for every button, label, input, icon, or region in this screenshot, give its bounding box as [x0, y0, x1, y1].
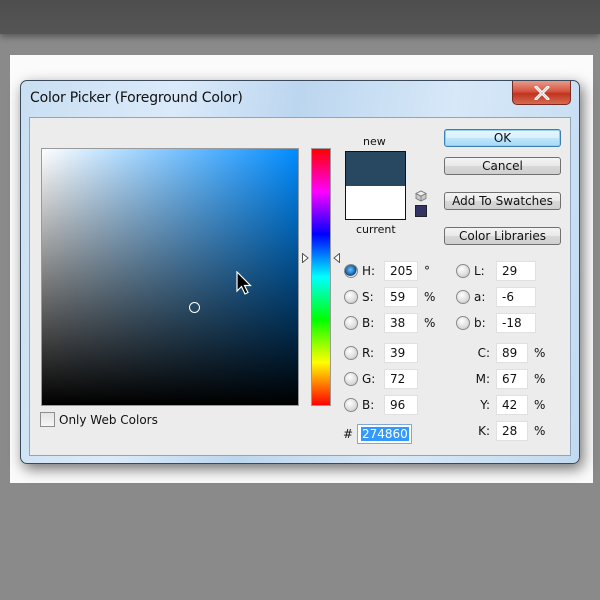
red-radio[interactable]: [344, 346, 358, 360]
red-input[interactable]: 39: [384, 343, 418, 363]
magenta-row: M: 67 %: [472, 369, 545, 389]
cyan-row: C: 89 %: [472, 343, 545, 363]
hue-slider-handle-right-icon[interactable]: [333, 253, 340, 263]
current-color-label: current: [356, 223, 396, 236]
yellow-row: Y: 42 %: [472, 395, 545, 415]
saturation-radio[interactable]: [344, 290, 358, 304]
magenta-label: M:: [475, 372, 490, 386]
color-preview: [345, 151, 406, 220]
blue-label: B:: [362, 398, 375, 412]
brightness-input[interactable]: 38: [384, 313, 418, 333]
b-channel-row: b: -18: [456, 313, 536, 333]
out-of-web-gamut-cube-icon[interactable]: [415, 190, 427, 202]
a-channel-radio[interactable]: [456, 290, 470, 304]
mouse-cursor-icon: [236, 271, 252, 295]
lightness-row: L: 29: [456, 261, 536, 281]
cyan-label: C:: [477, 346, 490, 360]
cyan-input[interactable]: 89: [496, 343, 528, 363]
a-channel-label: a:: [474, 290, 486, 304]
websafe-color-swatch[interactable]: [415, 205, 427, 217]
brightness-unit: %: [424, 316, 436, 330]
close-button[interactable]: [512, 81, 571, 105]
lightness-input[interactable]: 29: [496, 261, 536, 281]
add-to-swatches-button[interactable]: Add To Swatches: [444, 192, 561, 210]
only-web-colors-option[interactable]: Only Web Colors: [40, 412, 158, 427]
b-channel-input[interactable]: -18: [496, 313, 536, 333]
current-color-swatch[interactable]: [346, 186, 405, 219]
yellow-label: Y:: [480, 398, 490, 412]
ok-button[interactable]: OK: [444, 129, 561, 147]
blue-radio[interactable]: [344, 398, 358, 412]
hue-radio[interactable]: [344, 264, 358, 278]
hue-label: H:: [362, 264, 376, 278]
cancel-button[interactable]: Cancel: [444, 157, 561, 175]
only-web-colors-checkbox[interactable]: [40, 412, 55, 427]
color-field[interactable]: [41, 148, 299, 406]
color-field-marker[interactable]: [189, 302, 200, 313]
hue-row: H: 205 °: [344, 261, 430, 281]
lightness-radio[interactable]: [456, 264, 470, 278]
dialog-body: new current OK Cancel Add To Swatches Co…: [29, 117, 571, 456]
dialog-title: Color Picker (Foreground Color): [30, 90, 243, 106]
a-channel-row: a: -6: [456, 287, 536, 307]
saturation-input[interactable]: 59: [384, 287, 418, 307]
b-channel-radio[interactable]: [456, 316, 470, 330]
black-label: K:: [478, 424, 490, 438]
magenta-unit: %: [534, 372, 546, 386]
new-color-swatch: [346, 152, 405, 186]
hue-slider-handle-left-icon[interactable]: [302, 253, 309, 263]
color-picker-dialog: Color Picker (Foreground Color) new curr…: [20, 80, 580, 464]
brightness-label: B:: [362, 316, 375, 330]
blue-row: B: 96: [344, 395, 418, 415]
green-label: G:: [362, 372, 376, 386]
cyan-unit: %: [534, 346, 546, 360]
b-channel-label: b:: [474, 316, 486, 330]
hex-value: 274860: [361, 427, 409, 441]
red-label: R:: [362, 346, 375, 360]
app-top-bar: [0, 0, 600, 34]
black-unit: %: [534, 424, 546, 438]
close-x-icon: [534, 85, 549, 100]
saturation-unit: %: [424, 290, 436, 304]
hue-input[interactable]: 205: [384, 261, 418, 281]
only-web-colors-label: Only Web Colors: [59, 412, 158, 427]
hex-input[interactable]: 274860: [357, 424, 412, 444]
yellow-unit: %: [534, 398, 546, 412]
hue-unit: °: [424, 264, 430, 278]
brightness-radio[interactable]: [344, 316, 358, 330]
red-row: R: 39: [344, 343, 418, 363]
black-input[interactable]: 28: [496, 421, 528, 441]
green-row: G: 72: [344, 369, 418, 389]
new-color-label: new: [363, 135, 386, 148]
hue-slider[interactable]: [311, 148, 331, 406]
green-radio[interactable]: [344, 372, 358, 386]
lightness-label: L:: [474, 264, 485, 278]
a-channel-input[interactable]: -6: [496, 287, 536, 307]
black-row: K: 28 %: [472, 421, 545, 441]
hex-label: #: [343, 427, 354, 441]
yellow-input[interactable]: 42: [496, 395, 528, 415]
brightness-row: B: 38 %: [344, 313, 435, 333]
saturation-label: S:: [362, 290, 374, 304]
saturation-row: S: 59 %: [344, 287, 435, 307]
blue-input[interactable]: 96: [384, 395, 418, 415]
magenta-input[interactable]: 67: [496, 369, 528, 389]
green-input[interactable]: 72: [384, 369, 418, 389]
color-libraries-button[interactable]: Color Libraries: [444, 227, 561, 245]
